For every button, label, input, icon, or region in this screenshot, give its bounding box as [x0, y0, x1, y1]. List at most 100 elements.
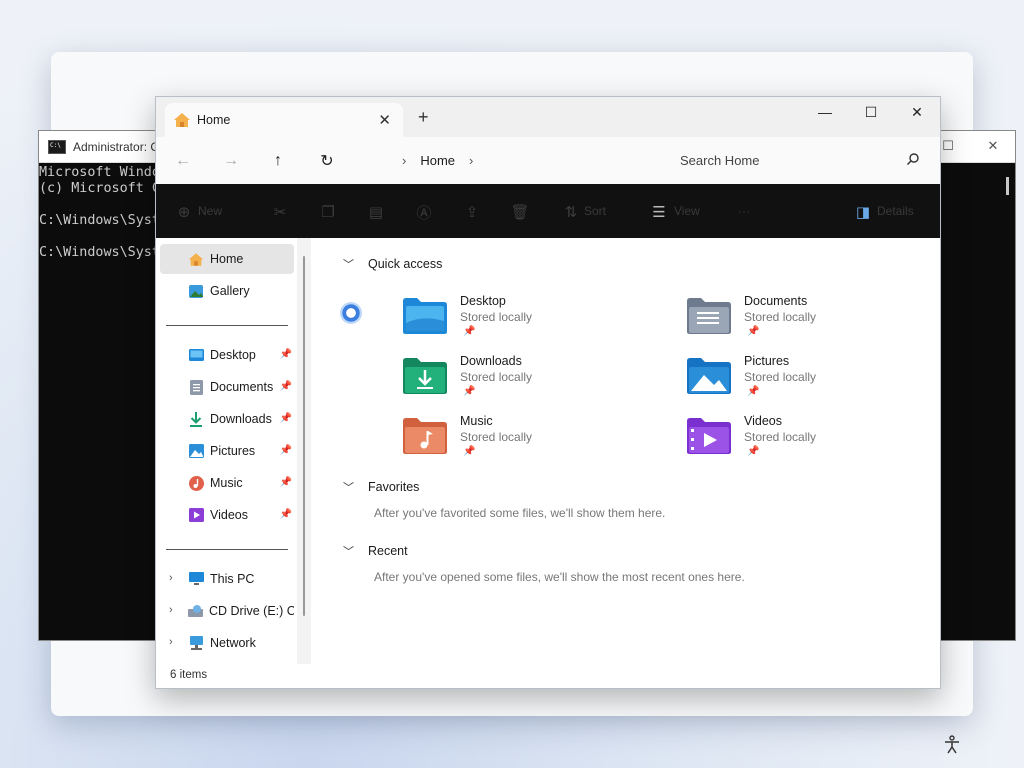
pin-icon[interactable]: 📌	[280, 381, 292, 392]
quick-access-header[interactable]: ﹀ Quick access	[343, 256, 442, 272]
sidebar-item-label: Pictures	[210, 444, 256, 458]
sidebar-item-label: Music	[210, 476, 243, 490]
documents-icon	[188, 379, 204, 395]
item-status: Stored locally	[460, 430, 533, 444]
up-arrow-icon[interactable]: ↑	[266, 149, 290, 173]
refresh-icon[interactable]: ↻	[315, 149, 339, 173]
sidebar-item-downloads[interactable]: Downloads 📌	[160, 404, 294, 434]
expand-chevron-icon[interactable]: ›	[169, 636, 173, 648]
quick-access-item-music[interactable]: Music Stored locally 📌	[403, 413, 663, 471]
sidebar-item-home[interactable]: Home	[160, 244, 294, 274]
maximize-button[interactable]: ☐	[848, 97, 894, 127]
minimize-button[interactable]: —	[802, 97, 848, 127]
sidebar-item-desktop[interactable]: Desktop 📌	[160, 340, 294, 370]
address-bar-row: ← → ↑ ↻ › Home › Search Home	[156, 137, 940, 184]
sidebar-scrollbar-thumb[interactable]	[303, 256, 305, 616]
breadcrumb-chevron-icon[interactable]: ›	[469, 153, 473, 168]
address-bar[interactable]: › Home ›	[359, 146, 652, 174]
copy-icon[interactable]: ❐	[318, 202, 338, 222]
cmd-close-button[interactable]: ✕	[970, 131, 1016, 161]
sidebar-item-this-pc[interactable]: › This PC	[160, 564, 294, 594]
sidebar-item-pictures[interactable]: Pictures 📌	[160, 436, 294, 466]
view-icon[interactable]: ☰	[649, 202, 669, 222]
rename-icon[interactable]: Ⓐ	[414, 202, 434, 222]
collapse-chevron-icon[interactable]: ﹀	[343, 256, 354, 272]
paste-icon[interactable]: ▤	[366, 202, 386, 222]
cmd-scrollbar[interactable]	[1006, 177, 1009, 195]
pictures-icon	[188, 443, 204, 459]
videos-icon	[188, 507, 204, 523]
pin-icon[interactable]: 📌	[280, 349, 292, 360]
quick-access-item-documents[interactable]: Documents Stored locally 📌	[687, 293, 947, 351]
sidebar-item-documents[interactable]: Documents 📌	[160, 372, 294, 402]
expand-chevron-icon[interactable]: ›	[169, 572, 173, 584]
sidebar-item-label: This PC	[210, 572, 255, 586]
new-button-label[interactable]: New	[198, 204, 222, 218]
item-count: 6 items	[170, 669, 208, 681]
navigation-pane: Home Gallery Desktop 📌 Documents 📌 Downl…	[156, 238, 312, 666]
home-icon	[188, 251, 204, 267]
details-pane-icon[interactable]: ◨	[853, 202, 873, 222]
file-explorer-window[interactable]: Home ✕ + — ☐ ✕ ← → ↑ ↻ › Home › Search H…	[155, 96, 941, 689]
item-name: Desktop	[460, 294, 506, 308]
collapse-chevron-icon[interactable]: ﹀	[343, 479, 354, 495]
more-options-button[interactable]: ···	[738, 204, 750, 218]
pin-icon: 📌	[463, 326, 476, 337]
share-icon[interactable]: ⇪	[462, 202, 482, 222]
pin-icon[interactable]: 📌	[280, 413, 292, 424]
cut-icon[interactable]: ✂	[270, 202, 290, 222]
network-icon	[188, 635, 204, 651]
item-status: Stored locally	[744, 370, 817, 384]
search-icon[interactable]	[906, 152, 920, 169]
item-status: Stored locally	[744, 430, 817, 444]
search-placeholder: Search Home	[680, 152, 760, 168]
home-icon	[173, 112, 191, 128]
sidebar-item-label: Gallery	[210, 284, 250, 298]
collapse-chevron-icon[interactable]: ﹀	[343, 543, 354, 559]
pin-icon[interactable]: 📌	[280, 509, 292, 520]
sidebar-item-label: Home	[210, 252, 244, 266]
view-button-label[interactable]: View	[674, 204, 700, 218]
expand-chevron-icon[interactable]: ›	[169, 604, 173, 616]
details-button-label[interactable]: Details	[877, 204, 914, 218]
sidebar-item-label: Videos	[210, 508, 248, 522]
sidebar-item-videos[interactable]: Videos 📌	[160, 500, 294, 530]
breadcrumb-chevron-icon[interactable]: ›	[402, 153, 406, 168]
pin-icon[interactable]: 📌	[280, 445, 292, 456]
back-arrow-icon[interactable]: ←	[171, 149, 195, 173]
close-button[interactable]: ✕	[894, 97, 940, 127]
new-icon[interactable]: ⊕	[174, 202, 194, 222]
quick-access-item-desktop[interactable]: Desktop Stored locally 📌	[403, 293, 663, 351]
sidebar-item-music[interactable]: Music 📌	[160, 468, 294, 498]
sort-icon[interactable]: ⇅	[561, 202, 581, 222]
item-name: Downloads	[460, 354, 522, 368]
favorites-header[interactable]: ﹀ Favorites	[343, 479, 419, 495]
search-input[interactable]: Search Home	[664, 146, 930, 174]
pin-icon: 📌	[463, 386, 476, 397]
recent-header[interactable]: ﹀ Recent	[343, 543, 408, 559]
pin-icon[interactable]: 📌	[280, 477, 292, 488]
quick-access-item-videos[interactable]: Videos Stored locally 📌	[687, 413, 947, 471]
tab-label: Home	[197, 113, 231, 127]
close-tab-icon[interactable]: ✕	[378, 111, 391, 129]
tab-home[interactable]: Home ✕	[165, 103, 403, 137]
item-name: Music	[460, 414, 493, 428]
delete-icon[interactable]: 🗑	[510, 202, 530, 222]
quick-access-item-pictures[interactable]: Pictures Stored locally 📌	[687, 353, 947, 411]
forward-arrow-icon[interactable]: →	[219, 149, 243, 173]
sidebar-item-cd-drive[interactable]: › CD Drive (E:) CC	[160, 596, 294, 626]
sidebar-item-label: Desktop	[210, 348, 256, 362]
sidebar-divider	[166, 325, 288, 326]
downloads-icon	[188, 411, 204, 427]
sidebar-item-gallery[interactable]: Gallery	[160, 276, 294, 306]
desktop-folder-icon	[403, 298, 447, 334]
new-tab-button[interactable]: +	[418, 107, 429, 128]
recent-title: Recent	[368, 544, 408, 558]
breadcrumb-home[interactable]: Home	[420, 153, 455, 168]
sidebar-item-label: Network	[210, 636, 256, 650]
downloads-folder-icon	[403, 358, 447, 394]
sidebar-item-network[interactable]: › Network	[160, 628, 294, 658]
accessibility-icon[interactable]	[940, 733, 964, 757]
sort-button-label[interactable]: Sort	[584, 204, 606, 218]
quick-access-item-downloads[interactable]: Downloads Stored locally 📌	[403, 353, 663, 411]
